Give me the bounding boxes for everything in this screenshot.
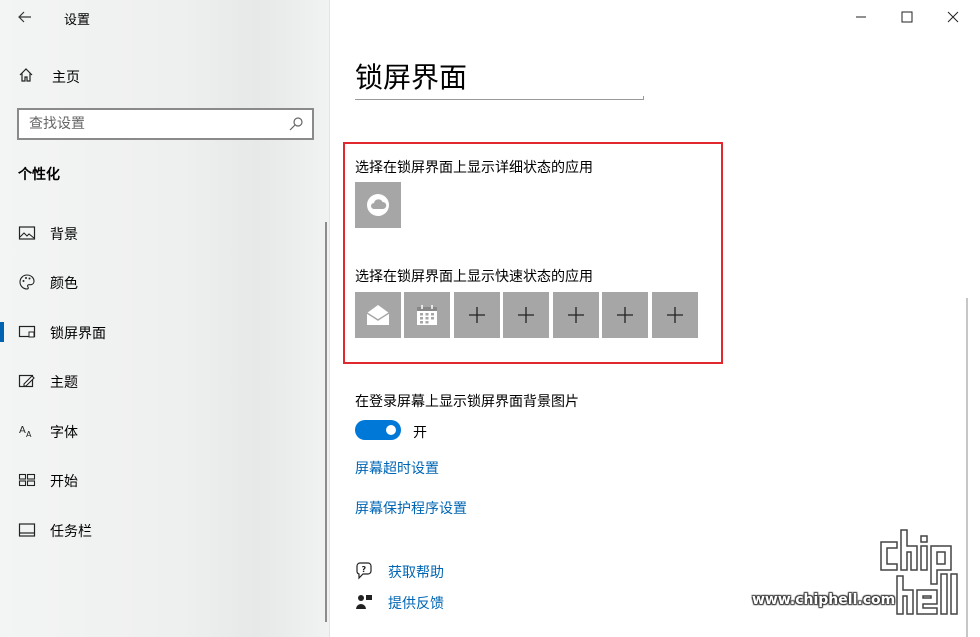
help-link[interactable]: 获取帮助 bbox=[388, 562, 444, 582]
start-icon bbox=[18, 473, 36, 487]
sidebar-item-home[interactable]: 主页 bbox=[0, 58, 330, 94]
feedback-link[interactable]: 提供反馈 bbox=[388, 593, 444, 613]
sidebar-item-label: 主页 bbox=[52, 70, 80, 86]
plus-icon bbox=[568, 307, 584, 323]
help-chat-icon: ? bbox=[356, 562, 372, 580]
add-app-button[interactable] bbox=[553, 292, 599, 338]
toggle-knob bbox=[386, 425, 396, 435]
picture-icon bbox=[18, 226, 36, 240]
sidebar-item-label: 颜色 bbox=[50, 276, 78, 292]
sidebar-item-label: 字体 bbox=[50, 425, 78, 441]
sidebar: 设置 主页 个性化 背景 颜色 锁屏界面 bbox=[0, 0, 330, 637]
screensaver-link[interactable]: 屏幕保护程序设置 bbox=[355, 498, 467, 518]
detailed-status-label: 选择在锁屏界面上显示详细状态的应用 bbox=[355, 160, 593, 176]
sidebar-item-label: 任务栏 bbox=[50, 524, 92, 540]
detailed-status-app-tile[interactable] bbox=[355, 182, 401, 228]
svg-text:A: A bbox=[19, 425, 26, 436]
svg-text:?: ? bbox=[362, 565, 367, 574]
add-app-button[interactable] bbox=[454, 292, 500, 338]
search-icon[interactable] bbox=[288, 116, 304, 132]
calendar-icon bbox=[417, 305, 437, 325]
svg-text:A: A bbox=[26, 430, 32, 439]
sidebar-item-start[interactable]: 开始 bbox=[0, 460, 330, 500]
minimize-icon bbox=[856, 16, 866, 18]
palette-icon bbox=[19, 274, 35, 290]
mail-icon bbox=[366, 305, 390, 325]
quick-status-app-tile[interactable] bbox=[355, 292, 401, 338]
taskbar-icon bbox=[18, 523, 36, 537]
home-icon bbox=[19, 68, 33, 82]
plus-icon bbox=[518, 307, 534, 323]
add-app-button[interactable] bbox=[602, 292, 648, 338]
toggle-state-label: 开 bbox=[413, 425, 427, 441]
signin-background-label: 在登录屏幕上显示锁屏界面背景图片 bbox=[355, 394, 579, 410]
quick-status-label: 选择在锁屏界面上显示快速状态的应用 bbox=[355, 269, 593, 285]
close-button[interactable] bbox=[930, 0, 976, 34]
quick-status-app-tile[interactable] bbox=[404, 292, 450, 338]
signin-background-toggle[interactable] bbox=[355, 420, 401, 440]
theme-icon bbox=[18, 374, 35, 388]
plus-icon bbox=[667, 307, 683, 323]
lockscreen-icon bbox=[18, 325, 36, 338]
app-title: 设置 bbox=[64, 13, 91, 28]
watermark: www.chiphell.com bbox=[752, 512, 972, 634]
screen-timeout-link[interactable]: 屏幕超时设置 bbox=[355, 458, 439, 478]
sidebar-item-taskbar[interactable]: 任务栏 bbox=[0, 510, 330, 550]
sidebar-scrollbar[interactable] bbox=[325, 222, 327, 622]
search-box bbox=[17, 108, 314, 140]
sidebar-item-label: 主题 bbox=[50, 375, 78, 391]
title-underline bbox=[355, 96, 644, 100]
sidebar-item-colors[interactable]: 颜色 bbox=[0, 262, 330, 302]
feedback-row[interactable]: 提供反馈 bbox=[355, 591, 555, 613]
font-icon: A A bbox=[19, 425, 32, 439]
maximize-button[interactable] bbox=[884, 0, 930, 34]
sidebar-item-label: 锁屏界面 bbox=[50, 326, 106, 342]
sidebar-item-background[interactable]: 背景 bbox=[0, 213, 330, 253]
sidebar-item-themes[interactable]: 主题 bbox=[0, 361, 330, 401]
section-title: 个性化 bbox=[18, 167, 60, 183]
titlebar-left: 设置 bbox=[0, 0, 330, 34]
watermark-url: www.chiphell.com bbox=[752, 592, 896, 608]
minimize-button[interactable] bbox=[838, 0, 884, 34]
page-title: 锁屏界面 bbox=[355, 61, 468, 94]
close-icon bbox=[947, 11, 959, 23]
sidebar-item-label: 开始 bbox=[50, 474, 78, 490]
search-input[interactable] bbox=[29, 111, 289, 137]
add-app-button[interactable] bbox=[652, 292, 698, 338]
feedback-icon bbox=[356, 595, 372, 609]
sidebar-item-fonts[interactable]: A A 字体 bbox=[0, 411, 330, 451]
add-app-button[interactable] bbox=[503, 292, 549, 338]
sidebar-item-lockscreen[interactable]: 锁屏界面 bbox=[0, 312, 330, 352]
maximize-icon bbox=[901, 11, 913, 23]
plus-icon bbox=[469, 307, 485, 323]
help-row[interactable]: ? 获取帮助 bbox=[355, 560, 555, 582]
back-button[interactable] bbox=[10, 4, 40, 30]
sidebar-item-label: 背景 bbox=[50, 227, 78, 243]
plus-icon bbox=[617, 307, 633, 323]
back-arrow-icon bbox=[18, 11, 31, 23]
weather-icon bbox=[367, 194, 389, 216]
